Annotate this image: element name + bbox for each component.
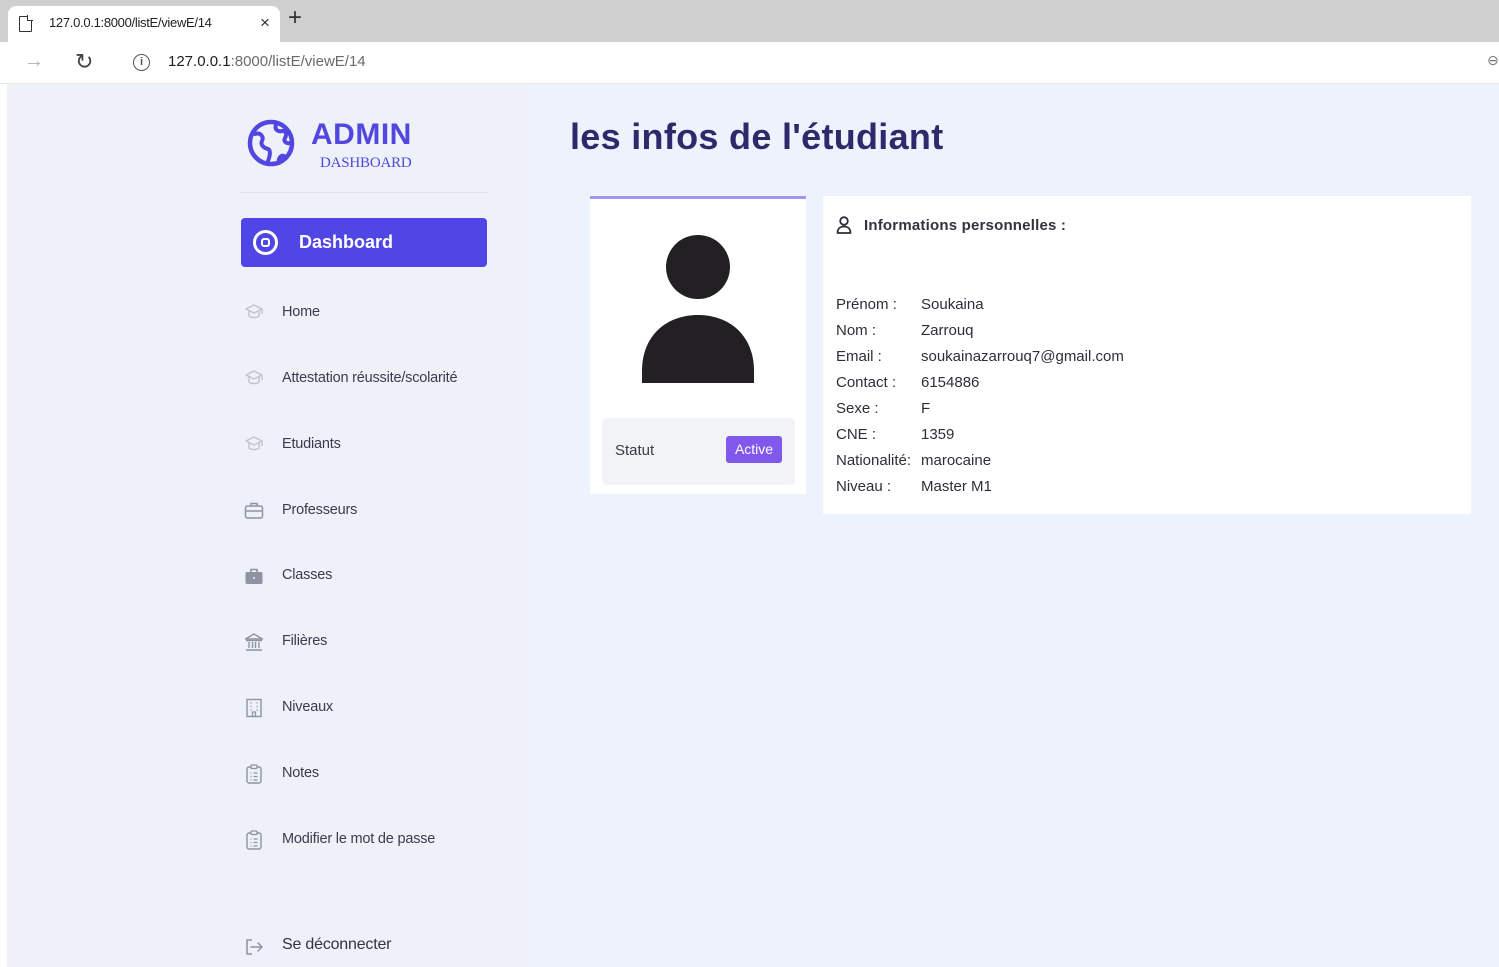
graduation-cap-icon [245, 436, 263, 451]
page-content: ADMIN DASHBOARD Dashboard Home Attestati… [7, 84, 1499, 967]
briefcase-solid-icon [245, 568, 263, 584]
clipboard-icon [246, 830, 262, 850]
field-label: Sexe : [836, 400, 879, 417]
sidebar-item-label: Se déconnecter [282, 936, 392, 953]
globe-icon [247, 119, 295, 167]
field-label: Contact : [836, 374, 897, 391]
field-label: Niveau : [836, 478, 892, 495]
tab-title: 127.0.0.1:8000/listE/viewE/14 [49, 15, 212, 30]
dashboard-icon [253, 230, 278, 255]
field-value: 1359 [921, 426, 955, 443]
field-value: Master M1 [921, 478, 992, 495]
url-host: 127.0.0.1 [168, 53, 231, 70]
field-value: soukainazarrouq7@gmail.com [921, 348, 1124, 365]
sidebar-item-label: Niveaux [282, 699, 333, 715]
sidebar-item-label: Attestation réussite/scolarité [282, 370, 458, 386]
sidebar-item-professeurs[interactable]: Professeurs [241, 497, 521, 527]
close-tab-icon[interactable]: × [260, 13, 270, 33]
reload-icon[interactable]: ↻ [75, 49, 93, 75]
sidebar-item-label: Classes [282, 567, 333, 583]
field-label: Email : [836, 348, 882, 365]
graduation-cap-icon [245, 304, 263, 319]
brand-subtitle: DASHBOARD [320, 155, 412, 171]
field-label: Prénom : [836, 296, 897, 313]
browser-tab[interactable]: 127.0.0.1:8000/listE/viewE/14 × [8, 6, 280, 42]
field-label: Nationalité: [836, 452, 912, 469]
sidebar-item-attestation[interactable]: Attestation réussite/scolarité [241, 365, 521, 395]
field-label: Nom : [836, 322, 877, 339]
brand-title: ADMIN [311, 118, 412, 151]
field-value: Soukaina [921, 296, 984, 313]
url-path: :8000/listE/viewE/14 [230, 53, 366, 70]
building-icon [246, 698, 262, 718]
sidebar: ADMIN DASHBOARD Dashboard Home Attestati… [7, 84, 528, 967]
sidebar-item-home[interactable]: Home [241, 299, 521, 329]
bank-icon [244, 633, 264, 651]
clipboard-icon [246, 764, 262, 784]
sidebar-item-filieres[interactable]: Filières [241, 628, 521, 658]
sidebar-item-etudiants[interactable]: Etudiants [241, 431, 521, 461]
sidebar-item-label: Etudiants [282, 436, 341, 452]
new-tab-icon[interactable]: + [288, 6, 302, 30]
sidebar-item-label: Modifier le mot de passe [282, 831, 436, 847]
page-title: les infos de l'étudiant [570, 116, 944, 157]
briefcase-icon [244, 502, 264, 519]
sidebar-item-notes[interactable]: Notes [241, 760, 521, 790]
site-info-icon[interactable]: i [133, 54, 150, 71]
sidebar-item-label: Professeurs [282, 502, 358, 518]
zoom-icon[interactable]: ⊖ [1487, 52, 1499, 69]
field-value: F [921, 400, 931, 417]
url-field[interactable]: 127.0.0.1:8000/listE/viewE/14 [168, 53, 366, 70]
sidebar-item-label: Home [282, 304, 320, 320]
personal-info-card: Informations personnelles : Prénom : Sou… [823, 196, 1471, 514]
field-value: Zarrouq [921, 322, 974, 339]
graduation-cap-icon [245, 370, 263, 385]
profile-card: Statut Active [590, 196, 806, 494]
field-label: CNE : [836, 426, 877, 443]
address-bar: → ↻ i 127.0.0.1:8000/listE/viewE/14 ⊖ [0, 42, 1499, 84]
status-badge: Active [726, 436, 782, 463]
sidebar-item-dashboard[interactable]: Dashboard [241, 218, 487, 267]
divider [240, 192, 488, 193]
status-label: Statut [615, 442, 655, 459]
sidebar-item-change-password[interactable]: Modifier le mot de passe [241, 826, 521, 856]
browser-tab-bar: 127.0.0.1:8000/listE/viewE/14 × + [0, 0, 1499, 42]
page-icon [19, 15, 33, 32]
info-heading: Informations personnelles : [864, 217, 1067, 234]
sidebar-item-label: Notes [282, 765, 319, 781]
status-panel: Statut Active [602, 418, 795, 485]
sidebar-item-classes[interactable]: Classes [241, 562, 521, 592]
logout-button[interactable]: Se déconnecter [241, 933, 521, 963]
sidebar-item-niveaux[interactable]: Niveaux [241, 694, 521, 724]
sidebar-item-label: Dashboard [299, 232, 394, 252]
sidebar-item-label: Filières [282, 633, 328, 649]
forward-icon[interactable]: → [24, 50, 44, 73]
user-avatar-icon [642, 235, 754, 383]
field-value: marocaine [921, 452, 992, 469]
user-icon [836, 216, 852, 234]
logout-icon [246, 939, 263, 955]
field-value: 6154886 [921, 374, 980, 391]
